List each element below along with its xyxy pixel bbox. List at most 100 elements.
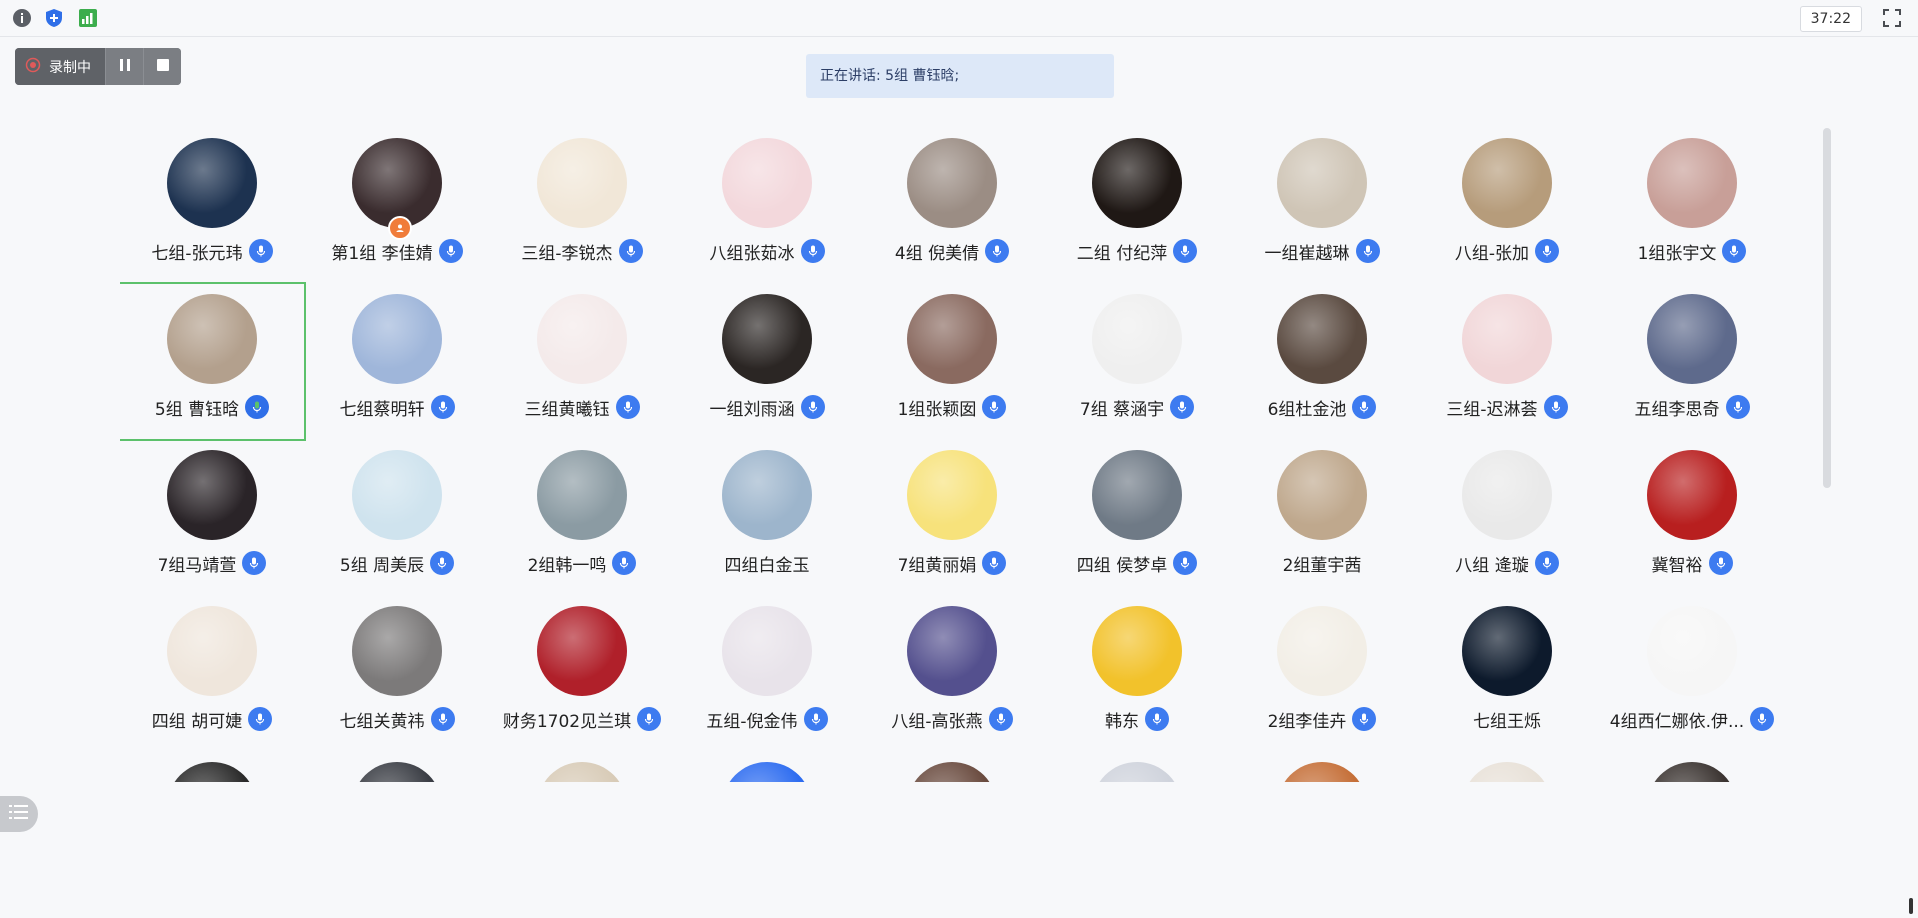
mic-icon[interactable] xyxy=(430,551,455,575)
participant-tile[interactable]: 2组董宇茜 xyxy=(1230,440,1414,595)
record-icon xyxy=(25,57,41,77)
participant-tile[interactable]: 八组 逄璇 xyxy=(1415,440,1599,595)
stop-button[interactable] xyxy=(143,48,181,85)
participant-tile[interactable]: 第1组 李佳婧 xyxy=(305,128,489,283)
participant-tile[interactable]: 7组马靖萱 xyxy=(120,440,304,595)
participant-tile[interactable] xyxy=(1415,752,1599,782)
mic-active-icon[interactable] xyxy=(245,395,270,419)
participant-tile[interactable]: 一组刘雨涵 xyxy=(675,284,859,439)
participant-name-row: 七组王烁 xyxy=(1415,704,1599,734)
mic-icon[interactable] xyxy=(612,551,637,575)
mic-icon[interactable] xyxy=(618,239,643,263)
fullscreen-icon[interactable] xyxy=(1880,6,1904,30)
mic-icon[interactable] xyxy=(637,707,662,731)
participant-tile[interactable] xyxy=(490,752,674,782)
mic-icon[interactable] xyxy=(985,239,1010,263)
participant-tile[interactable]: 五组李思奇 xyxy=(1600,284,1784,439)
participant-tile[interactable]: 七组-张元玮 xyxy=(120,128,304,283)
recording-status[interactable]: 录制中 xyxy=(15,48,105,85)
signal-icon[interactable] xyxy=(78,8,98,28)
participant-name-row: 4组西仁娜依.伊... xyxy=(1600,704,1784,734)
participant-tile[interactable]: 财务1702见兰琪 xyxy=(490,596,674,751)
participant-tile[interactable]: 三组黄曦钰 xyxy=(490,284,674,439)
mic-icon[interactable] xyxy=(430,707,455,731)
mic-icon[interactable] xyxy=(1352,395,1377,419)
mic-icon[interactable] xyxy=(800,239,825,263)
participant-tile[interactable] xyxy=(1230,752,1414,782)
participant-tile[interactable]: 四组 胡可婕 xyxy=(120,596,304,751)
participant-tile[interactable]: 5组 曹钰晗 xyxy=(120,282,306,441)
mic-icon[interactable] xyxy=(1725,395,1750,419)
participant-tile[interactable]: 七组关黄祎 xyxy=(305,596,489,751)
participant-tile[interactable]: 八组张茹冰 xyxy=(675,128,859,283)
avatar xyxy=(1462,450,1552,540)
participant-tile[interactable]: 2组韩一鸣 xyxy=(490,440,674,595)
mic-icon[interactable] xyxy=(1722,239,1747,263)
info-icon[interactable] xyxy=(12,8,32,28)
participant-tile[interactable]: 一组崔越琳 xyxy=(1230,128,1414,283)
shield-icon[interactable] xyxy=(44,8,64,28)
participant-tile[interactable]: 三组-迟淋荟 xyxy=(1415,284,1599,439)
participant-tile[interactable] xyxy=(675,752,859,782)
mic-icon[interactable] xyxy=(1534,551,1559,575)
avatar xyxy=(1277,762,1367,782)
participant-tile[interactable]: 七组王烁 xyxy=(1415,596,1599,751)
participant-tile[interactable]: 八组-高张燕 xyxy=(860,596,1044,751)
mic-icon[interactable] xyxy=(1355,239,1380,263)
mic-icon[interactable] xyxy=(1173,239,1198,263)
participant-tile[interactable]: 2组李佳卉 xyxy=(1230,596,1414,751)
mic-icon[interactable] xyxy=(1543,395,1568,419)
participant-tile[interactable] xyxy=(120,752,304,782)
mic-icon[interactable] xyxy=(1145,707,1169,731)
mic-icon[interactable] xyxy=(248,707,273,731)
participant-tile[interactable]: 五组-倪金伟 xyxy=(675,596,859,751)
participant-tile[interactable]: 4组 倪美倩 xyxy=(860,128,1044,283)
mic-icon[interactable] xyxy=(615,395,640,419)
mic-icon[interactable] xyxy=(1170,395,1195,419)
participant-tile[interactable]: 1组张宇文 xyxy=(1600,128,1784,283)
mic-icon[interactable] xyxy=(803,707,828,731)
participant-tile[interactable] xyxy=(1045,752,1229,782)
participant-tile[interactable]: 4组西仁娜依.伊... xyxy=(1600,596,1784,751)
mic-icon[interactable] xyxy=(1708,551,1733,575)
mic-icon[interactable] xyxy=(248,239,273,263)
participant-tile[interactable]: 5组 周美辰 xyxy=(305,440,489,595)
mic-icon[interactable] xyxy=(988,707,1013,731)
avatar xyxy=(722,294,812,384)
participant-tile[interactable] xyxy=(1600,752,1784,782)
mic-icon[interactable] xyxy=(1750,707,1775,731)
participant-tile[interactable]: 八组-张加 xyxy=(1415,128,1599,283)
participant-tile[interactable] xyxy=(860,752,1044,782)
participant-tile[interactable]: 四组 侯梦卓 xyxy=(1045,440,1229,595)
mic-icon[interactable] xyxy=(1173,551,1198,575)
participant-tile[interactable]: 7组 蔡涵宇 xyxy=(1045,284,1229,439)
mic-icon[interactable] xyxy=(430,395,455,419)
participant-tile[interactable]: 七组蔡明轩 xyxy=(305,284,489,439)
resize-handle[interactable] xyxy=(1906,898,1916,914)
pause-button[interactable] xyxy=(105,48,143,85)
participant-tile[interactable] xyxy=(305,752,489,782)
avatar xyxy=(722,138,812,228)
grid-scrollbar[interactable] xyxy=(1823,128,1831,488)
avatar xyxy=(1092,762,1182,782)
participant-tile[interactable]: 四组白金玉 xyxy=(675,440,859,595)
mic-icon[interactable] xyxy=(982,395,1007,419)
mic-icon[interactable] xyxy=(1535,239,1560,263)
participant-tile[interactable]: 7组黄丽娟 xyxy=(860,440,1044,595)
mic-icon[interactable] xyxy=(1352,707,1377,731)
participant-name: 7组马靖萱 xyxy=(157,555,237,576)
participant-tile[interactable]: 冀智裕 xyxy=(1600,440,1784,595)
participant-tile[interactable]: 韩东 xyxy=(1045,596,1229,751)
participant-name-row: 三组黄曦钰 xyxy=(490,392,674,422)
mic-icon[interactable] xyxy=(800,395,825,419)
avatar xyxy=(167,138,257,228)
mic-icon[interactable] xyxy=(242,551,267,575)
participant-tile[interactable]: 二组 付纪萍 xyxy=(1045,128,1229,283)
participant-tile[interactable]: 1组张颖囡 xyxy=(860,284,1044,439)
participant-name-row: 五组-倪金伟 xyxy=(675,704,859,734)
side-panel-toggle[interactable] xyxy=(0,796,38,832)
participant-tile[interactable]: 6组杜金池 xyxy=(1230,284,1414,439)
mic-icon[interactable] xyxy=(982,551,1007,575)
mic-icon[interactable] xyxy=(438,239,463,263)
participant-tile[interactable]: 三组-李锐杰 xyxy=(490,128,674,283)
